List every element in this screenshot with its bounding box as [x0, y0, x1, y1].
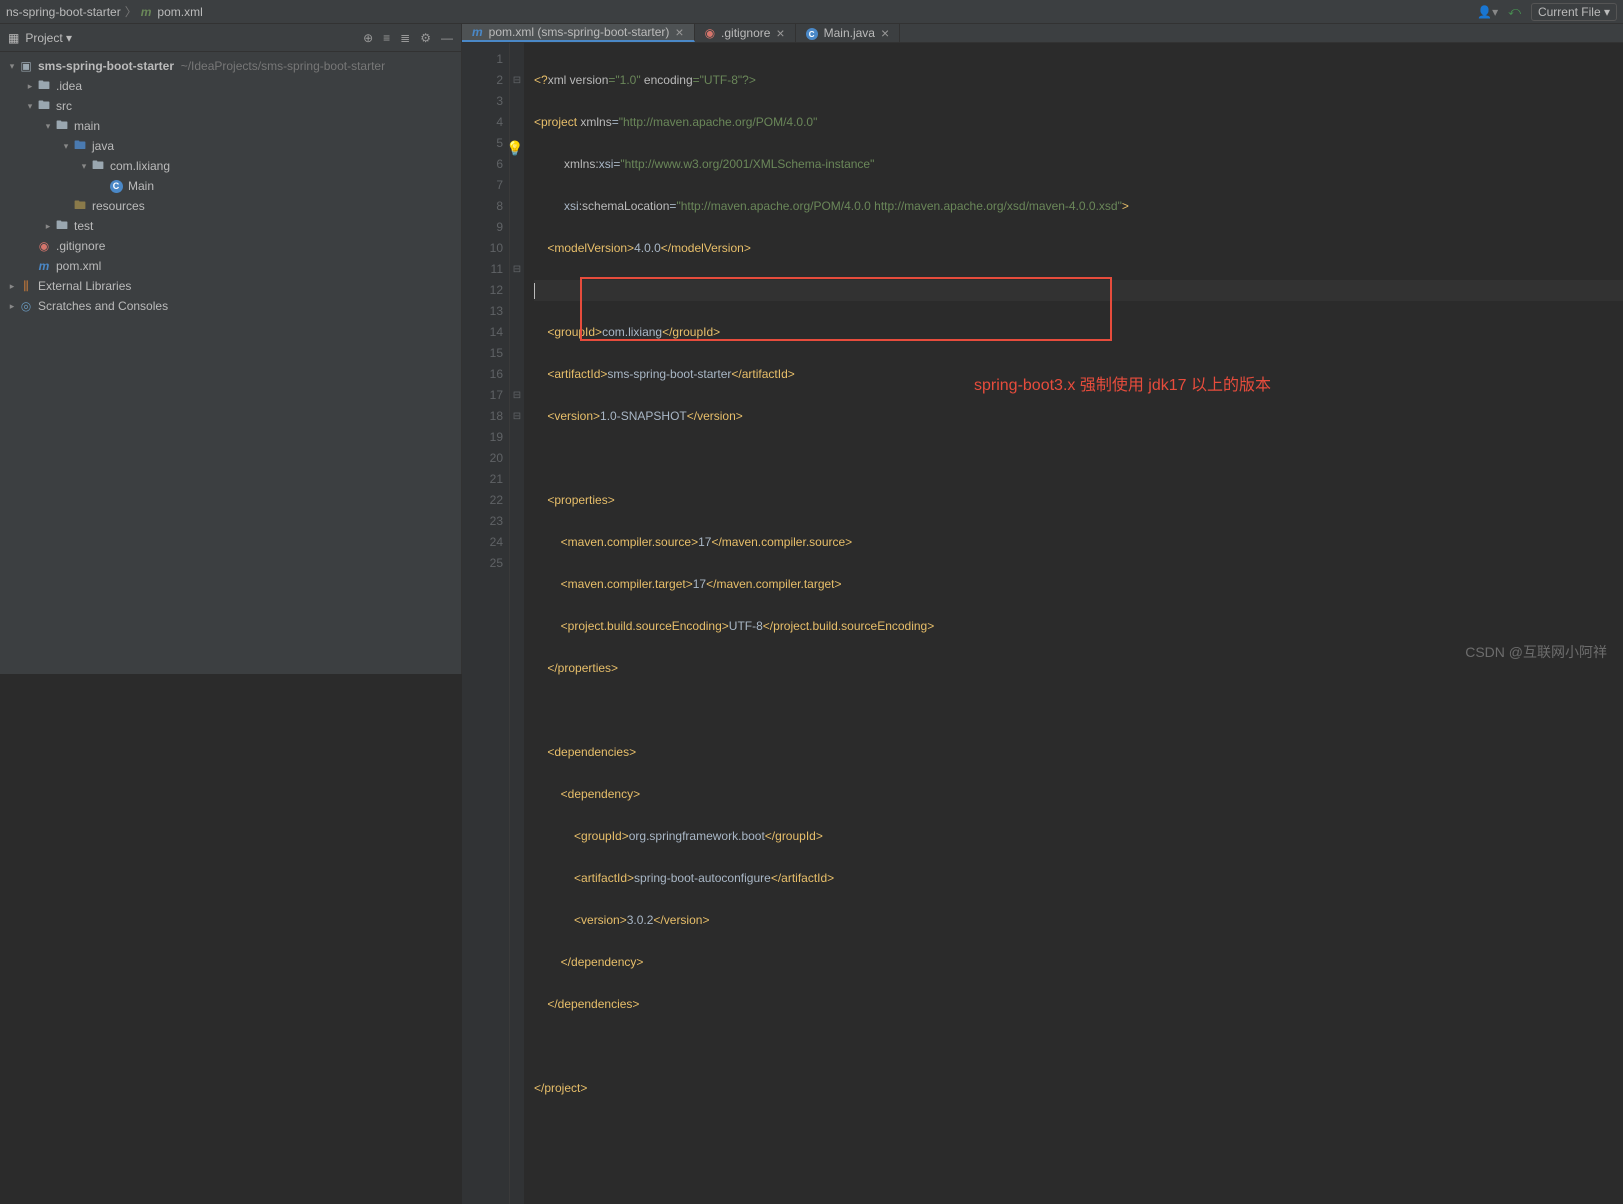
project-sidebar: ▦ Project ▾ ⊕ ≡ ≣ ⚙ — ▾▣sms-spring-boot-…: [0, 24, 462, 674]
text-caret: [534, 283, 535, 299]
code-content[interactable]: <?xml version="1.0" encoding="UTF-8"?> <…: [524, 43, 1623, 1204]
tab-mainjava[interactable]: CMain.java×: [796, 24, 901, 42]
editor-area: mpom.xml (sms-spring-boot-starter)× ◉.gi…: [462, 24, 1623, 674]
user-icon[interactable]: 👤▾: [1477, 5, 1498, 19]
tab-gitignore[interactable]: ◉.gitignore×: [695, 24, 796, 42]
hide-icon[interactable]: —: [441, 31, 453, 45]
toolbar-right: 👤▾ ⤺ Current File ▾: [1477, 3, 1617, 21]
fold-gutter[interactable]: ⊟⊟⊟⊟: [510, 43, 524, 1204]
project-icon: ▦: [8, 31, 19, 45]
code-editor[interactable]: 1234567891011121314151617181920212223242…: [462, 43, 1623, 1204]
sidebar-title[interactable]: Project ▾: [25, 31, 363, 45]
collapse-all-icon[interactable]: ≣: [400, 31, 410, 45]
breadcrumb-item[interactable]: ns-spring-boot-starter: [6, 5, 121, 19]
tree-pom[interactable]: mpom.xml: [0, 256, 461, 276]
back-icon[interactable]: ⤺: [1508, 4, 1521, 19]
highlight-box: [580, 277, 1112, 341]
line-gutter: 1234567891011121314151617181920212223242…: [462, 43, 510, 1204]
sidebar-header: ▦ Project ▾ ⊕ ≡ ≣ ⚙ —: [0, 24, 461, 52]
java-icon: C: [806, 26, 818, 41]
close-icon[interactable]: ×: [881, 25, 889, 41]
close-icon[interactable]: ×: [675, 24, 683, 40]
tree-scratches[interactable]: ▸◎Scratches and Consoles: [0, 296, 461, 316]
settings-icon[interactable]: ⚙: [420, 31, 431, 45]
maven-icon: m: [141, 5, 152, 19]
chevron-right-icon: 〉: [125, 3, 137, 20]
intention-bulb-icon[interactable]: 💡: [506, 140, 523, 157]
tree-folder-resources[interactable]: 🖿resources: [0, 196, 461, 216]
tree-external-libs[interactable]: ▸⫼External Libraries: [0, 276, 461, 296]
breadcrumb: ns-spring-boot-starter 〉 m pom.xml: [6, 3, 203, 20]
run-config-selector[interactable]: Current File ▾: [1531, 3, 1617, 21]
tree-folder-main[interactable]: ▾🖿main: [0, 116, 461, 136]
project-tree[interactable]: ▾▣sms-spring-boot-starter ~/IdeaProjects…: [0, 52, 461, 320]
close-icon[interactable]: ×: [776, 25, 784, 41]
tree-folder-src[interactable]: ▾🖿src: [0, 96, 461, 116]
tree-folder-idea[interactable]: ▸🖿.idea: [0, 76, 461, 96]
tree-gitignore[interactable]: ◉.gitignore: [0, 236, 461, 256]
tab-pom[interactable]: mpom.xml (sms-spring-boot-starter)×: [462, 24, 695, 42]
tree-class-main[interactable]: CMain: [0, 176, 461, 196]
annotation-text: spring-boot3.x 强制使用 jdk17 以上的版本: [974, 375, 1271, 396]
top-toolbar: ns-spring-boot-starter 〉 m pom.xml 👤▾ ⤺ …: [0, 0, 1623, 24]
tree-package[interactable]: ▾🖿com.lixiang: [0, 156, 461, 176]
select-opened-icon[interactable]: ⊕: [363, 31, 373, 45]
tree-root[interactable]: ▾▣sms-spring-boot-starter ~/IdeaProjects…: [0, 56, 461, 76]
maven-icon: m: [472, 25, 483, 39]
watermark: CSDN @互联网小阿祥: [1465, 642, 1607, 662]
tree-folder-test[interactable]: ▸🖿test: [0, 216, 461, 236]
tree-folder-java[interactable]: ▾🖿java: [0, 136, 461, 156]
git-icon: ◉: [705, 26, 715, 40]
breadcrumb-item[interactable]: pom.xml: [157, 5, 202, 19]
editor-tabs: mpom.xml (sms-spring-boot-starter)× ◉.gi…: [462, 24, 1623, 43]
expand-all-icon[interactable]: ≡: [383, 31, 390, 45]
